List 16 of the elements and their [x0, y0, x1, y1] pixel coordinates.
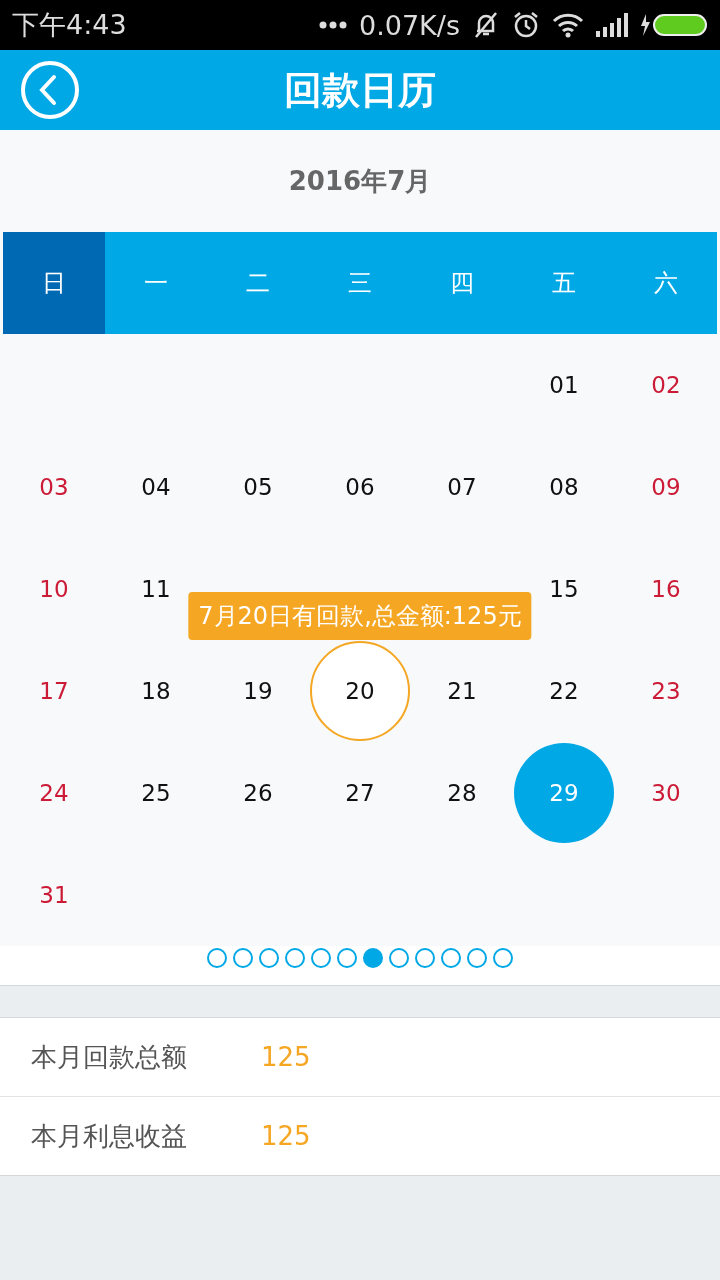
weekday-header: 四	[449, 268, 475, 299]
summary-label: 本月利息收益	[31, 1119, 188, 1153]
month-title: 2016年7月	[288, 164, 432, 198]
weekday-header: 日	[3, 232, 105, 334]
page-title: 回款日历	[284, 66, 436, 114]
weekday-header: 一	[143, 268, 169, 299]
payment-tooltip: 7月20日有回款,总金额:125元	[188, 592, 532, 640]
summary-value: 125	[261, 1042, 311, 1072]
status-time: 下午4:43	[12, 8, 127, 42]
weekday-header: 三	[347, 268, 373, 299]
weekday-header: 二	[245, 268, 271, 299]
summary-label: 本月回款总额	[31, 1040, 188, 1074]
summary-value: 125	[261, 1121, 311, 1151]
network-speed: 0.07K/s	[359, 9, 460, 41]
weekday-header: 五	[551, 268, 577, 299]
weekday-header: 六	[653, 268, 679, 299]
